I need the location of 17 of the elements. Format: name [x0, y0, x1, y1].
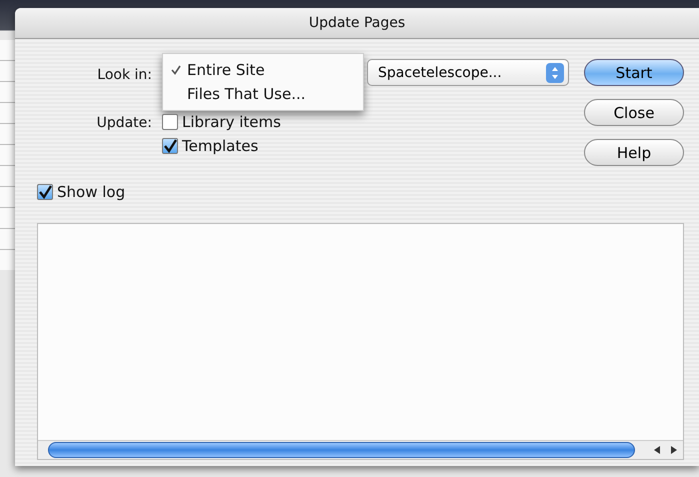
checkbox-label: Show log	[57, 183, 126, 201]
stepper-arrows-icon	[546, 62, 564, 82]
update-label: Update:	[96, 114, 153, 131]
dialog-button[interactable]: Close	[584, 99, 684, 126]
checkbox[interactable]	[162, 114, 178, 130]
checkbox-label: Templates	[182, 137, 258, 155]
menu-item[interactable]: Entire Site	[163, 58, 363, 82]
checkbox[interactable]	[162, 138, 178, 154]
checkbox[interactable]	[37, 184, 53, 200]
checkbox-label: Library items	[182, 113, 281, 131]
site-dropdown[interactable]: Spacetelescope...	[367, 59, 569, 86]
scrollbar-thumb[interactable]	[48, 442, 635, 458]
dialog-button[interactable]: Start	[584, 59, 684, 86]
window-title: Update Pages	[308, 15, 406, 31]
menu-item[interactable]: Files That Use...	[163, 82, 363, 106]
dialog-button[interactable]: Help	[584, 139, 684, 166]
look-in-label: Look in:	[96, 66, 153, 83]
